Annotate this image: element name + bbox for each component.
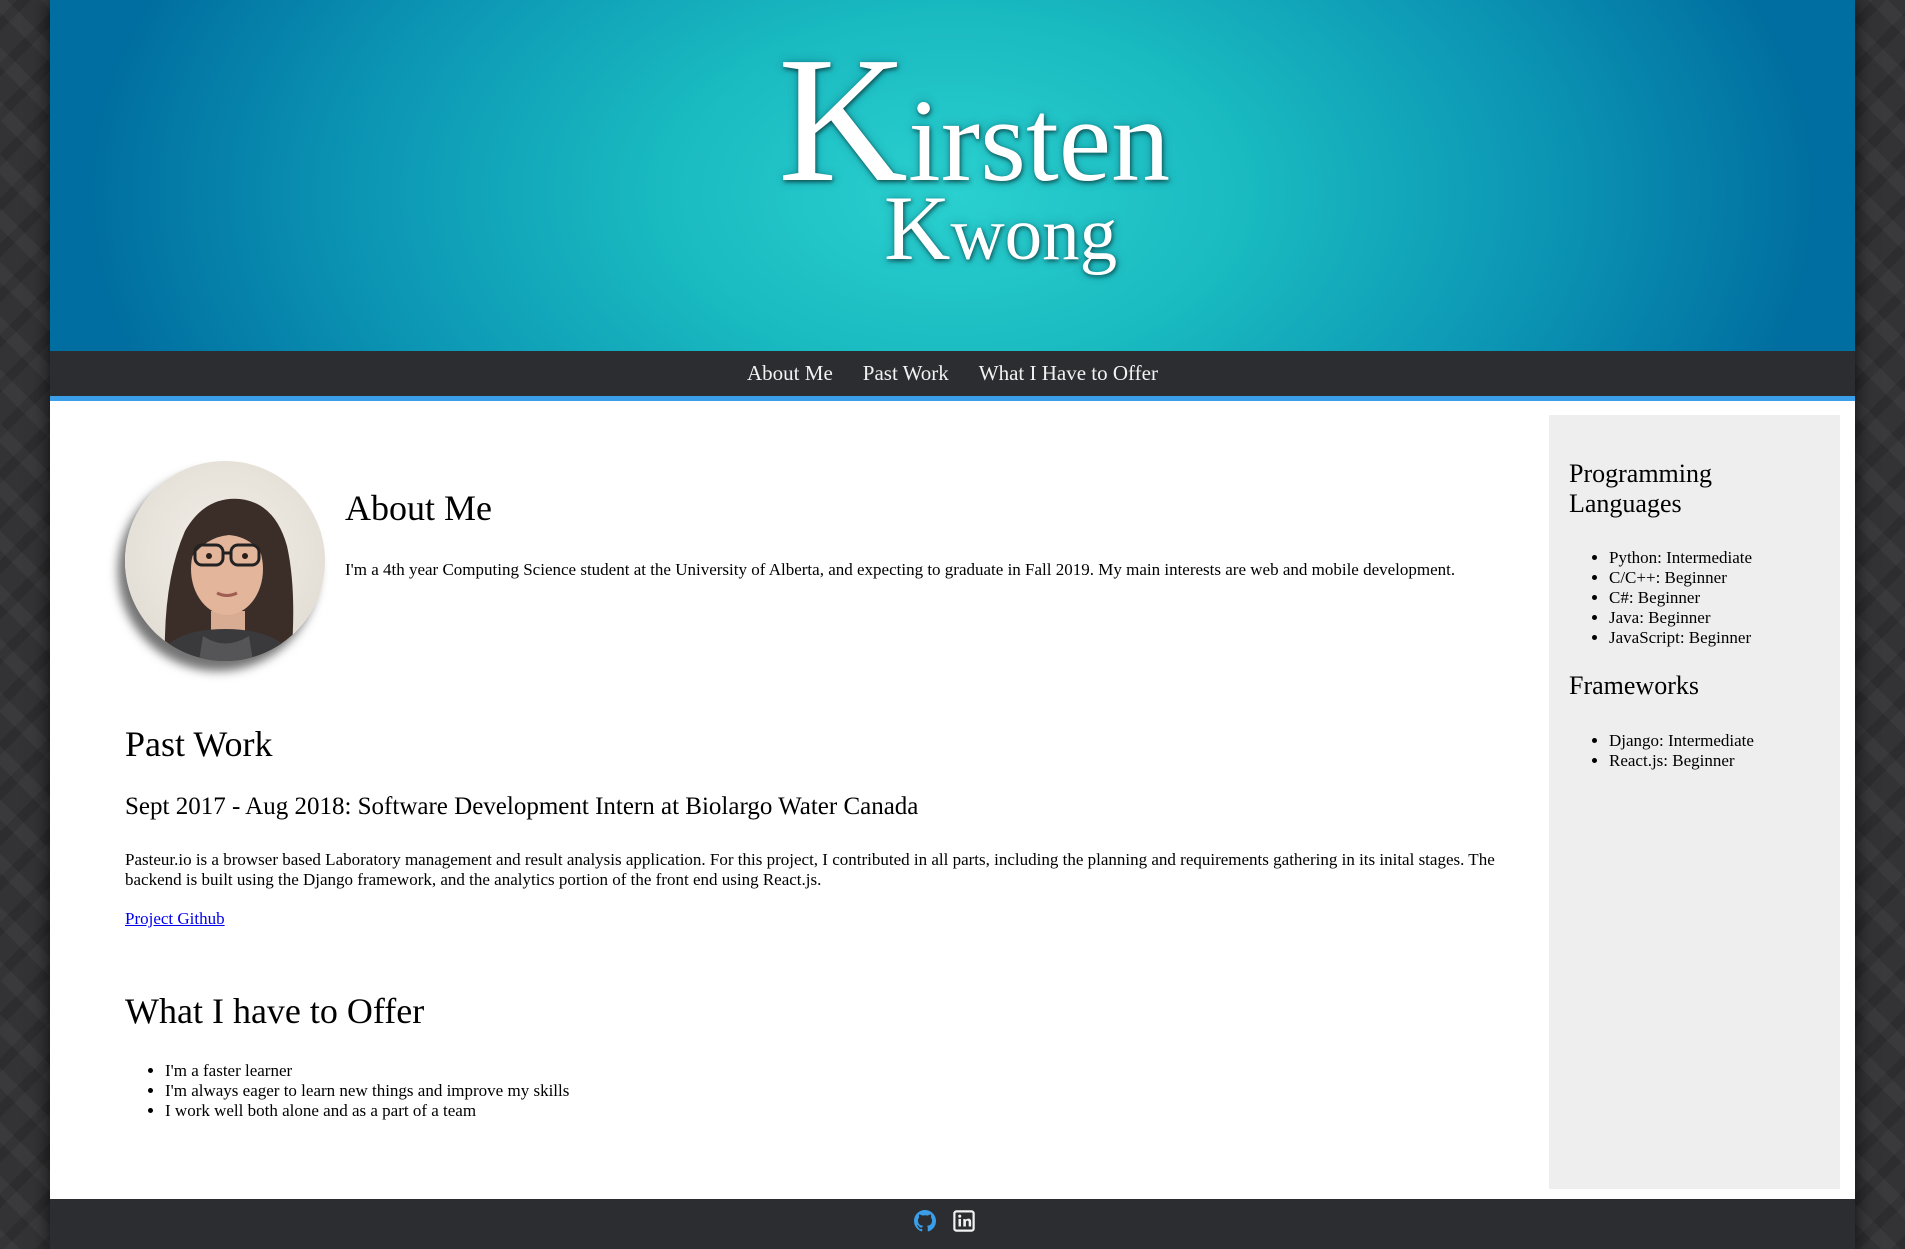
list-item: JavaScript: Beginner [1609, 628, 1752, 648]
project-github-link[interactable]: Project Github [125, 909, 225, 929]
nav-link-past-work[interactable]: Past Work [863, 361, 949, 386]
job-description: Pasteur.io is a browser based Laboratory… [125, 850, 1495, 889]
list-item: C#: Beginner [1609, 588, 1752, 608]
offer-heading: What I have to Offer [125, 991, 425, 1031]
sidebar-skills: Programming Languages Python: Intermedia… [1549, 415, 1840, 1189]
list-item: I work well both alone and as a part of … [165, 1101, 569, 1121]
list-item: I'm a faster learner [165, 1061, 569, 1081]
nav-link-offer[interactable]: What I Have to Offer [979, 361, 1158, 386]
past-work-heading: Past Work [125, 724, 273, 764]
frameworks-list: Django: Intermediate React.js: Beginner [1569, 731, 1754, 771]
list-item: React.js: Beginner [1609, 751, 1754, 771]
logo-last-name: Kwong [884, 182, 1117, 274]
logo-last-initial: K [884, 177, 951, 279]
about-text: I'm a 4th year Computing Science student… [345, 560, 1456, 579]
list-item: I'm always eager to learn new things and… [165, 1081, 569, 1101]
languages-heading: Programming Languages [1569, 459, 1712, 518]
languages-list: Python: Intermediate C/C++: Beginner C#:… [1569, 548, 1752, 648]
logo-last-rest: wong [950, 193, 1118, 276]
about-heading: About Me [345, 488, 492, 528]
github-icon[interactable] [914, 1210, 936, 1232]
linkedin-icon-graphic [953, 1210, 975, 1232]
page: Kirsten Kwong About Me Past Work What I … [50, 0, 1855, 1249]
profile-photo-illustration [155, 498, 297, 661]
footer [50, 1199, 1855, 1249]
job-title: Sept 2017 - Aug 2018: Software Developme… [125, 793, 919, 820]
list-item: Django: Intermediate [1609, 731, 1754, 751]
linkedin-icon[interactable] [953, 1210, 975, 1232]
list-item: C/C++: Beginner [1609, 568, 1752, 588]
github-icon-graphic [914, 1210, 936, 1232]
offer-list: I'm a faster learner I'm always eager to… [125, 1061, 569, 1121]
nav-link-about[interactable]: About Me [747, 361, 833, 386]
main-content: About Me I'm a 4th year Computing Scienc… [125, 401, 1565, 1191]
profile-photo [125, 461, 325, 661]
frameworks-heading: Frameworks [1569, 671, 1699, 700]
list-item: Python: Intermediate [1609, 548, 1752, 568]
list-item: Java: Beginner [1609, 608, 1752, 628]
navbar: About Me Past Work What I Have to Offer [50, 351, 1855, 401]
header-banner: Kirsten Kwong [50, 0, 1855, 351]
